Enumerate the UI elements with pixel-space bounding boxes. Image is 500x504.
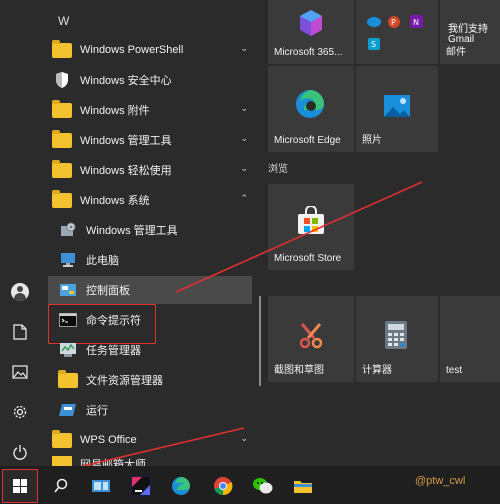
start-button[interactable] — [2, 469, 38, 503]
wechat-icon[interactable] — [252, 475, 274, 497]
watermark-text: @ptw_cwl — [415, 475, 466, 487]
windows-logo-icon — [13, 479, 27, 493]
annotation-arrow-line — [175, 181, 423, 293]
search-icon[interactable] — [50, 475, 72, 497]
chrome-icon[interactable] — [212, 475, 234, 497]
file-explorer-taskbar-icon[interactable] — [292, 475, 314, 497]
jetbrains-icon[interactable] — [130, 475, 152, 497]
annotation-arrows — [23, 181, 423, 481]
task-view-icon[interactable] — [90, 475, 112, 497]
edge-taskbar-icon[interactable] — [170, 475, 192, 497]
